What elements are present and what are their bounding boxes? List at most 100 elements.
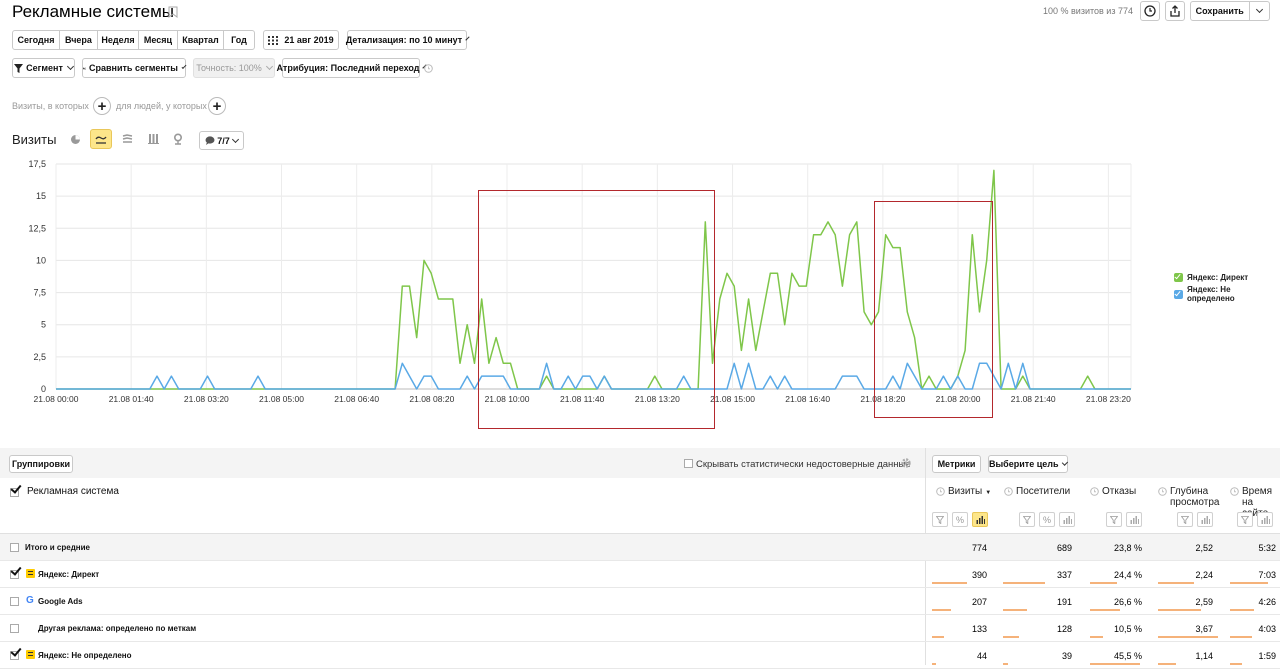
metric-value: 133 bbox=[971, 624, 987, 634]
save-menu-button[interactable] bbox=[1250, 2, 1270, 20]
column-filter-button[interactable] bbox=[1106, 512, 1122, 527]
metric-value: 2,52 bbox=[1195, 543, 1213, 553]
pie-chart-icon bbox=[70, 134, 80, 144]
period-week[interactable]: Неделя bbox=[98, 31, 139, 49]
metric-share-bar bbox=[1003, 636, 1019, 638]
column-filter-button[interactable] bbox=[932, 512, 948, 527]
column-percent-button[interactable]: % bbox=[952, 512, 968, 527]
header-select-all-checkbox[interactable] bbox=[10, 482, 22, 497]
chevron-down-icon bbox=[265, 62, 273, 71]
table-row[interactable]: Яндекс: Директ 390 337 24,4 % 2,24 7:03 bbox=[0, 561, 1280, 588]
chart-type-bar[interactable] bbox=[143, 130, 163, 148]
column-header-visits[interactable]: Визиты ▼ bbox=[936, 486, 1006, 499]
compare-segments-button[interactable]: Сравнить сегменты bbox=[82, 58, 187, 78]
metric-share-bar bbox=[1158, 636, 1218, 638]
legend-item-direct[interactable]: Яндекс: Директ bbox=[1174, 270, 1280, 284]
bookmark-icon[interactable] bbox=[168, 6, 178, 18]
column-header-depth[interactable]: Глубина просмотра bbox=[1158, 486, 1219, 508]
row-checkbox[interactable] bbox=[10, 564, 22, 579]
compare-drops-icon bbox=[83, 66, 86, 70]
chart-type-area[interactable] bbox=[117, 130, 137, 148]
column-header-visitors[interactable]: Посетители bbox=[1004, 486, 1084, 497]
chevron-down-icon bbox=[66, 62, 74, 71]
calendar-icon bbox=[268, 35, 279, 45]
legend-item-undefined[interactable]: Яндекс: Не определено bbox=[1174, 285, 1280, 303]
table-header bbox=[0, 478, 1280, 534]
metrics-button[interactable]: Метрики bbox=[932, 455, 981, 473]
column-header-label: Отказы bbox=[1102, 486, 1137, 497]
chart-type-map[interactable] bbox=[168, 130, 188, 148]
column-percent-button[interactable]: % bbox=[1039, 512, 1055, 527]
goal-label: Выберите цель bbox=[989, 459, 1059, 469]
info-icon bbox=[1230, 487, 1239, 496]
table-row[interactable]: G Google Ads 207 191 26,6 % 2,59 4:26 bbox=[0, 588, 1280, 615]
column-filter-button[interactable] bbox=[1237, 512, 1253, 527]
line-chart-icon bbox=[95, 136, 107, 144]
metric-value: 23,8 % bbox=[1113, 543, 1142, 553]
checkbox-icon bbox=[10, 597, 19, 606]
column-chart-button[interactable] bbox=[1257, 512, 1273, 527]
row-label: Яндекс: Директ bbox=[38, 570, 100, 579]
column-header-bounces[interactable]: Отказы bbox=[1090, 486, 1150, 497]
groupings-button[interactable]: Группировки bbox=[9, 455, 73, 473]
metric-value: 1:59 bbox=[1258, 651, 1276, 661]
metric-share-bar bbox=[1230, 609, 1254, 611]
add-people-condition-button[interactable]: + bbox=[208, 97, 226, 115]
hide-unreliable-label: Скрывать статистически недостоверные дан… bbox=[696, 459, 911, 470]
metric-share-bar bbox=[932, 636, 944, 638]
filter-icon bbox=[1241, 515, 1249, 524]
period-month[interactable]: Месяц bbox=[139, 31, 178, 49]
row-checkbox[interactable] bbox=[10, 596, 20, 606]
map-pin-icon bbox=[173, 133, 183, 145]
period-year[interactable]: Год bbox=[224, 31, 254, 49]
export-button[interactable] bbox=[1165, 1, 1185, 21]
segment-label: Сегмент bbox=[26, 63, 63, 73]
metric-value: 207 bbox=[971, 597, 987, 607]
metric-value: 1,14 bbox=[1195, 651, 1213, 661]
y-tick-label: 7,5 bbox=[33, 288, 46, 298]
date-picker-button[interactable]: 21 авг 2019 bbox=[263, 30, 339, 50]
column-header-label: Посетители bbox=[1016, 486, 1071, 497]
row-checkbox[interactable] bbox=[10, 623, 20, 633]
column-chart-button[interactable] bbox=[972, 512, 988, 527]
goal-dropdown[interactable]: Выберите цель bbox=[988, 455, 1069, 473]
info-icon[interactable] bbox=[424, 64, 433, 73]
table-row[interactable]: Итого и средние 774 689 23,8 % 2,52 5:32 bbox=[0, 534, 1280, 561]
table-row[interactable]: Другая реклама: определено по меткам 133 1… bbox=[0, 615, 1280, 642]
row-checkbox[interactable] bbox=[10, 645, 22, 660]
segment-button[interactable]: Сегмент bbox=[12, 58, 75, 78]
accuracy-dropdown[interactable]: Точность: 100% bbox=[193, 58, 275, 78]
detail-dropdown[interactable]: Детализация: по 10 минут bbox=[346, 30, 470, 50]
metric-share-bar bbox=[1230, 582, 1268, 584]
x-tick-label: 21.08 00:00 bbox=[34, 394, 79, 404]
chart-type-pie[interactable] bbox=[65, 130, 85, 148]
column-filter-button[interactable] bbox=[1177, 512, 1193, 527]
history-button[interactable] bbox=[1140, 1, 1160, 21]
column-chart-button[interactable] bbox=[1197, 512, 1213, 527]
chevron-down-icon bbox=[181, 63, 187, 70]
x-tick-label: 21.08 03:20 bbox=[184, 394, 229, 404]
filter-icon bbox=[936, 515, 944, 524]
period-quarter[interactable]: Квартал bbox=[178, 31, 224, 49]
column-filter-button[interactable] bbox=[1019, 512, 1035, 527]
attribution-label: Атрибуция: Последний переход bbox=[276, 63, 420, 73]
column-chart-button[interactable] bbox=[1059, 512, 1075, 527]
column-chart-button[interactable] bbox=[1126, 512, 1142, 527]
checkbox-icon bbox=[10, 624, 19, 633]
chart-type-line[interactable] bbox=[90, 129, 112, 149]
row-checkbox[interactable] bbox=[10, 542, 20, 552]
compare-label: Сравнить сегменты bbox=[89, 63, 178, 73]
attribution-dropdown[interactable]: Атрибуция: Последний переход bbox=[277, 58, 428, 78]
series-count-dropdown[interactable]: 7/7 bbox=[199, 131, 244, 150]
metric-value: 10,5 % bbox=[1113, 624, 1142, 634]
period-yesterday[interactable]: Вчера bbox=[60, 31, 98, 49]
dimension-header[interactable]: Рекламная система bbox=[27, 486, 119, 497]
hide-unreliable-checkbox[interactable] bbox=[684, 459, 693, 468]
period-today[interactable]: Сегодня bbox=[13, 31, 60, 49]
add-visit-condition-button[interactable]: + bbox=[93, 97, 111, 115]
gear-icon[interactable] bbox=[900, 457, 912, 469]
save-button[interactable]: Сохранить bbox=[1191, 2, 1250, 20]
bar-chart-icon bbox=[976, 515, 985, 524]
metric-share-bar bbox=[932, 582, 967, 584]
metric-share-bar bbox=[1230, 636, 1252, 638]
